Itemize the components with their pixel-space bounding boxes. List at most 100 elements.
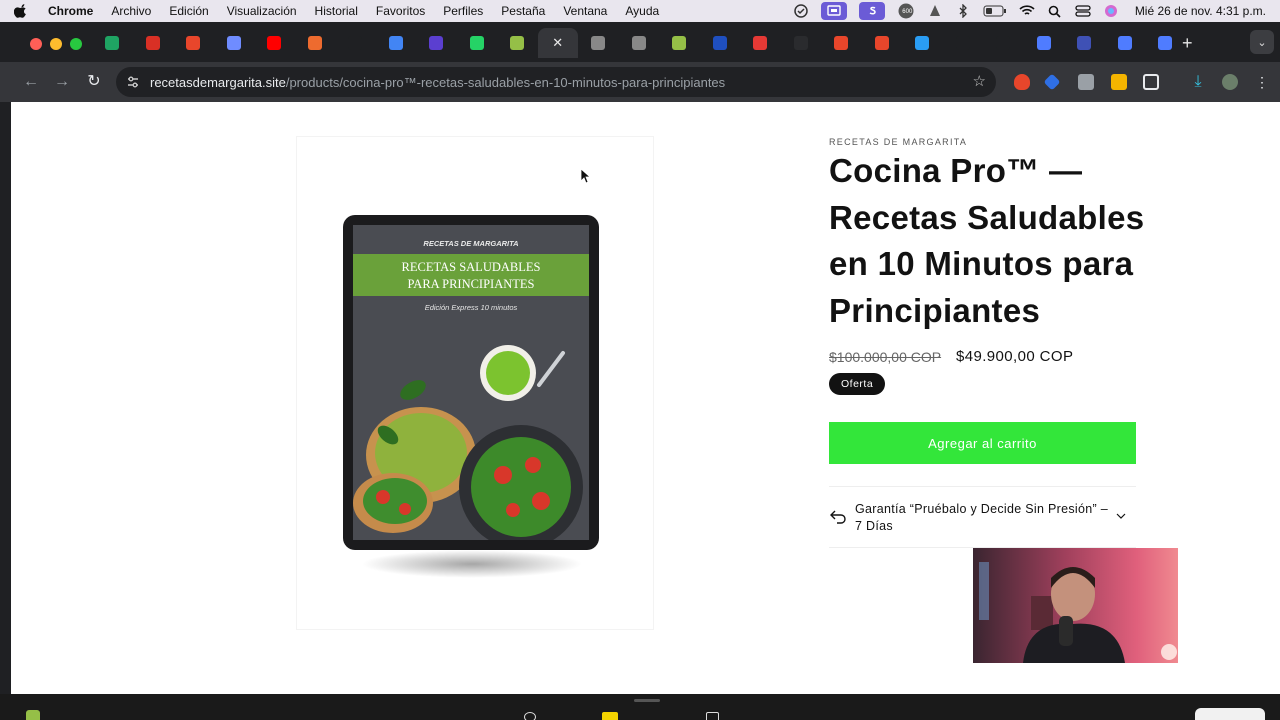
- browser-tab[interactable]: [497, 28, 538, 58]
- browser-tab[interactable]: [619, 28, 660, 58]
- tab-list: ✕: [92, 28, 1186, 58]
- extension-code-icon[interactable]: [1078, 74, 1094, 90]
- siri-icon[interactable]: [1103, 3, 1119, 19]
- menu-app-name[interactable]: Chrome: [48, 4, 93, 18]
- ebook-cover: RECETAS DE MARGARITA RECETAS SALUDABLES …: [353, 225, 589, 540]
- notification-count-icon[interactable]: 600: [897, 3, 915, 19]
- extension-flame-icon[interactable]: [1014, 74, 1030, 90]
- browser-tab[interactable]: [1024, 28, 1065, 58]
- tab-search-button[interactable]: ⌄: [1250, 30, 1274, 54]
- close-window-button[interactable]: [30, 38, 42, 50]
- menu-ayuda[interactable]: Ayuda: [625, 4, 659, 18]
- notification-count: 600: [902, 8, 913, 15]
- profile-avatar[interactable]: [1222, 74, 1238, 90]
- zoom-window-button[interactable]: [70, 38, 82, 50]
- browser-tab[interactable]: [578, 28, 619, 58]
- browser-tab[interactable]: [254, 28, 295, 58]
- stripe-icon[interactable]: [858, 2, 885, 20]
- food-photo-illustration: [353, 345, 583, 540]
- drag-handle[interactable]: [634, 699, 660, 702]
- browser-tab[interactable]: [214, 28, 255, 58]
- screen-record-icon[interactable]: [820, 2, 847, 20]
- edit-theme-button[interactable]: [1195, 708, 1265, 720]
- guarantee-label: Garantía “Pruébalo y Decide Sin Presión”…: [855, 502, 1108, 533]
- browser-tab[interactable]: [862, 28, 903, 58]
- tab-favicon-icon: [429, 36, 444, 50]
- product-vendor: RECETAS DE MARGARITA: [829, 137, 968, 147]
- menu-pestana[interactable]: Pestaña: [501, 4, 545, 18]
- add-to-cart-button[interactable]: Agregar al carrito: [829, 422, 1136, 464]
- mouse-cursor-icon: [580, 168, 590, 184]
- browser-tab[interactable]: [416, 28, 457, 58]
- browser-tab[interactable]: [173, 28, 214, 58]
- tab-favicon-icon: [631, 36, 646, 50]
- browser-tab[interactable]: [457, 28, 498, 58]
- browser-tab[interactable]: [943, 28, 984, 58]
- eye-icon[interactable]: [524, 712, 536, 720]
- product-image-tablet[interactable]: RECETAS DE MARGARITA RECETAS SALUDABLES …: [343, 215, 599, 550]
- reload-button[interactable]: ↻: [83, 71, 105, 93]
- tab-active[interactable]: ✕: [537, 28, 578, 58]
- close-tab-icon[interactable]: ✕: [552, 35, 563, 51]
- browser-tab[interactable]: [133, 28, 174, 58]
- search-icon[interactable]: [1047, 3, 1063, 19]
- sync-icon[interactable]: [793, 3, 809, 19]
- language-icon[interactable]: [706, 712, 719, 720]
- extension-folder-icon[interactable]: [1111, 74, 1127, 90]
- browser-tab[interactable]: [376, 28, 417, 58]
- menu-archivo[interactable]: Archivo: [111, 4, 151, 18]
- tab-favicon-icon: [267, 36, 282, 50]
- tab-favicon-icon: [915, 36, 930, 50]
- browser-tab[interactable]: [335, 28, 376, 58]
- site-info-icon[interactable]: [126, 75, 140, 89]
- menubar-clock[interactable]: Mié 26 de nov. 4:31 p.m.: [1135, 4, 1266, 18]
- extension-tag-icon[interactable]: [1043, 73, 1061, 91]
- browser-tab[interactable]: [700, 28, 741, 58]
- product-title: Cocina Pro™ — Recetas Saludables en 10 M…: [829, 152, 1145, 329]
- bookmark-star-icon[interactable]: ☆: [973, 72, 986, 90]
- tab-favicon-icon: [955, 36, 970, 50]
- address-bar[interactable]: recetasdemargarita.site/products/cocina-…: [116, 67, 996, 97]
- browser-tab[interactable]: [781, 28, 822, 58]
- browser-toolbar: ← → ↻ recetasdemargarita.site/products/c…: [0, 62, 1280, 102]
- vlc-icon[interactable]: [927, 3, 943, 19]
- browser-tab[interactable]: [821, 28, 862, 58]
- tablet-shadow: [361, 550, 583, 578]
- back-button[interactable]: ←: [20, 71, 42, 93]
- tab-favicon-icon: [510, 36, 525, 50]
- forward-button[interactable]: →: [51, 71, 73, 93]
- theme-swatch-icon[interactable]: [602, 712, 618, 720]
- chrome-menu-icon[interactable]: ⋮: [1254, 74, 1270, 90]
- tab-favicon-icon: [793, 36, 808, 50]
- wifi-icon[interactable]: [1019, 3, 1035, 19]
- apple-icon[interactable]: [14, 4, 28, 18]
- battery-icon[interactable]: [983, 3, 1007, 19]
- control-center-icon[interactable]: [1075, 3, 1091, 19]
- guarantee-accordion[interactable]: Garantía “Pruébalo y Decide Sin Presión”…: [829, 499, 1136, 539]
- browser-tab[interactable]: [740, 28, 781, 58]
- browser-tab[interactable]: [902, 28, 943, 58]
- tab-favicon-icon: [753, 36, 768, 50]
- new-tab-button[interactable]: +: [1182, 34, 1193, 52]
- extensions-puzzle-icon[interactable]: [1143, 74, 1159, 90]
- browser-tab[interactable]: [92, 28, 133, 58]
- tab-favicon-icon: [1158, 36, 1173, 50]
- url-path: /products/cocina-pro™-recetas-saludables…: [285, 75, 726, 90]
- browser-tab[interactable]: [659, 28, 700, 58]
- tab-favicon-icon: [834, 36, 849, 50]
- browser-tab[interactable]: [983, 28, 1024, 58]
- browser-tab[interactable]: [1105, 28, 1146, 58]
- menu-ventana[interactable]: Ventana: [563, 4, 607, 18]
- menu-perfiles[interactable]: Perfiles: [443, 4, 483, 18]
- browser-tab[interactable]: [1064, 28, 1105, 58]
- shopify-icon[interactable]: [26, 710, 40, 720]
- browser-tab[interactable]: [1145, 28, 1186, 58]
- menu-favoritos[interactable]: Favoritos: [376, 4, 425, 18]
- menu-historial[interactable]: Historial: [315, 4, 358, 18]
- menu-edicion[interactable]: Edición: [169, 4, 208, 18]
- menu-visualizacion[interactable]: Visualización: [227, 4, 297, 18]
- bluetooth-icon[interactable]: [955, 3, 971, 19]
- minimize-window-button[interactable]: [50, 38, 62, 50]
- download-icon[interactable]: ⤓: [1190, 74, 1206, 90]
- browser-tab[interactable]: [295, 28, 336, 58]
